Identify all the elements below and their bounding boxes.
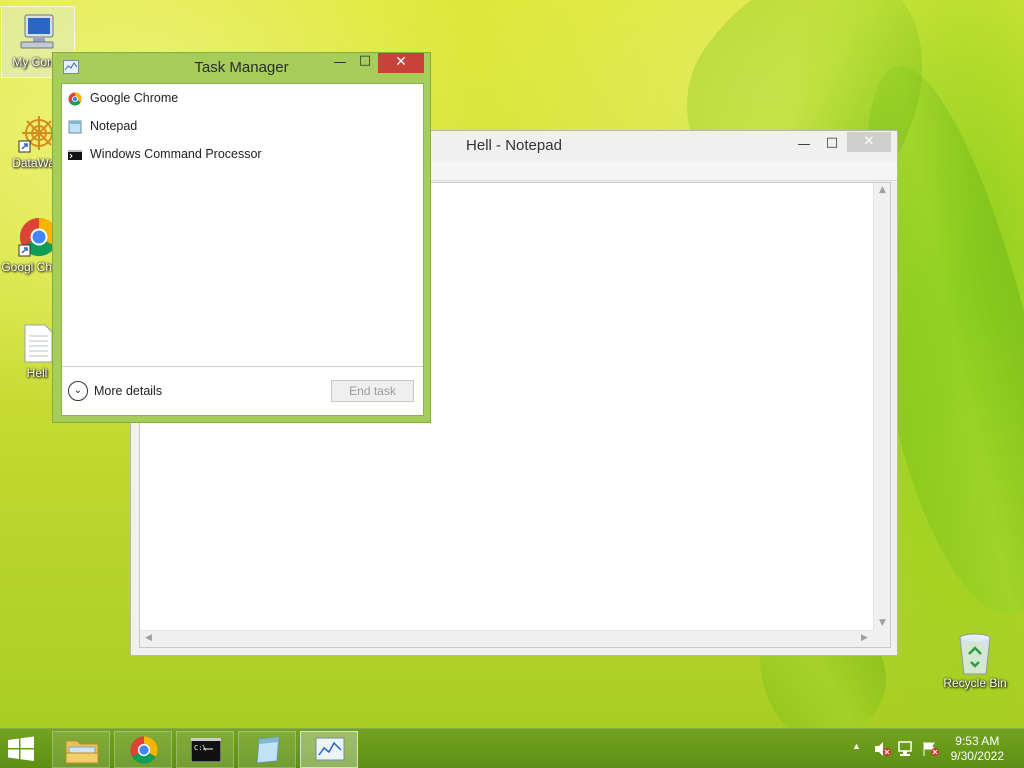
svg-text:C:\: C:\ xyxy=(194,744,207,752)
process-item-notepad[interactable]: Notepad xyxy=(68,115,137,137)
file-explorer-icon xyxy=(65,740,99,764)
scroll-down-arrow-icon[interactable]: ▼ xyxy=(874,618,891,628)
show-hidden-icons-arrow-icon[interactable]: ▲ xyxy=(852,741,861,751)
horizontal-scrollbar[interactable]: ◀ ▶ xyxy=(140,630,873,647)
notepad-icon xyxy=(68,119,82,134)
taskbar: C:\ ▲ 9:53 AM 9/30/2022 xyxy=(0,728,1024,768)
windows-logo-icon xyxy=(8,736,34,761)
maximize-button[interactable]: □ xyxy=(817,133,847,155)
desktop-icon-label: Hell xyxy=(26,366,48,380)
process-item-windows-command-processor[interactable]: Windows Command Processor xyxy=(68,143,262,165)
recycle-bin-icon xyxy=(954,632,996,675)
close-button[interactable]: ✕ xyxy=(847,132,891,152)
volume-muted-icon[interactable] xyxy=(874,741,892,757)
chrome-icon xyxy=(130,736,158,764)
task-manager-icon xyxy=(315,737,345,761)
minimize-button[interactable]: — xyxy=(789,135,819,157)
end-task-button[interactable]: End task xyxy=(331,380,414,402)
taskbar-notepad[interactable] xyxy=(238,731,296,768)
scroll-right-arrow-icon[interactable]: ▶ xyxy=(856,633,873,643)
clock-time: 9:53 AM xyxy=(955,734,1000,748)
task-manager-window[interactable]: Task Manager — □ ✕ Google Chrome Notepad xyxy=(52,52,431,423)
taskbar-task-manager[interactable] xyxy=(300,731,358,768)
maximize-button[interactable]: □ xyxy=(351,50,379,72)
resize-grip[interactable] xyxy=(873,630,890,647)
computer-icon xyxy=(17,11,59,53)
close-button[interactable]: ✕ xyxy=(378,53,424,73)
task-manager-process-list: Google Chrome Notepad Windows Command Pr… xyxy=(61,83,424,416)
clock-date: 9/30/2022 xyxy=(950,749,1004,763)
vertical-scrollbar[interactable]: ▲ ▼ xyxy=(873,183,890,630)
cmd-icon xyxy=(68,147,82,161)
system-tray: ▲ xyxy=(850,729,950,768)
process-name: Notepad xyxy=(90,119,138,133)
taskbar-google-chrome[interactable] xyxy=(114,731,172,768)
chevron-down-icon: ⌄ xyxy=(68,381,88,401)
desktop-icon-label: Recycle Bin xyxy=(943,676,1007,690)
task-manager-footer: ⌄ More details End task xyxy=(62,366,423,415)
process-name: Google Chrome xyxy=(90,91,179,105)
notepad-icon xyxy=(256,736,280,764)
more-details-label: More details xyxy=(94,384,163,398)
more-details-button[interactable]: ⌄ More details xyxy=(68,381,162,401)
desktop-icon-recycle-bin[interactable]: Recycle Bin xyxy=(938,628,1012,690)
taskbar-file-explorer[interactable] xyxy=(52,731,110,768)
process-name: Windows Command Processor xyxy=(90,147,262,161)
network-icon[interactable] xyxy=(898,741,916,757)
chrome-icon xyxy=(68,91,82,106)
process-item-google-chrome[interactable]: Google Chrome xyxy=(68,87,178,109)
action-center-flag-icon[interactable] xyxy=(922,741,940,757)
minimize-button[interactable]: — xyxy=(326,52,354,74)
taskbar-clock[interactable]: 9:53 AM 9/30/2022 xyxy=(951,734,1004,764)
start-button[interactable] xyxy=(6,736,38,762)
scroll-left-arrow-icon[interactable]: ◀ xyxy=(140,633,157,643)
scroll-up-arrow-icon[interactable]: ▲ xyxy=(874,185,891,195)
taskbar-command-prompt[interactable]: C:\ xyxy=(176,731,234,768)
cmd-icon: C:\ xyxy=(191,738,221,762)
